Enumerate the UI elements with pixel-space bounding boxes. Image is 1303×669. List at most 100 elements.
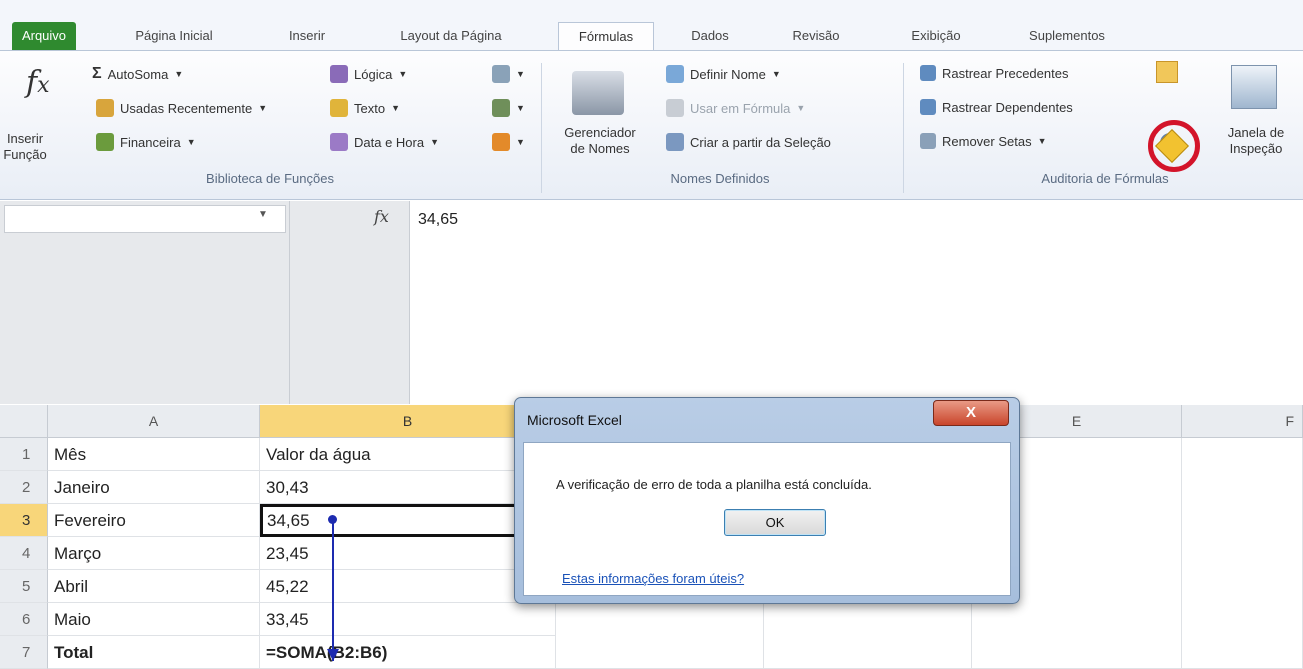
tab-arquivo[interactable]: Arquivo — [12, 22, 76, 50]
remove-arrows-icon — [920, 133, 936, 149]
dropdown-icon: ▼ — [430, 137, 440, 147]
cell-a2[interactable]: Janeiro — [48, 471, 260, 504]
financial-functions-button[interactable]: Financeira ▼ — [96, 133, 196, 151]
dropdown-icon: ▼ — [516, 137, 525, 147]
fx-icon[interactable]: fx — [26, 65, 50, 100]
tab-inserir[interactable]: Inserir — [272, 22, 342, 50]
text-functions-button[interactable]: Texto ▼ — [330, 99, 400, 117]
watch-window-icon — [1231, 65, 1277, 109]
dialog-body: A verificação de erro de toda a planilha… — [523, 442, 1011, 596]
highlight-ring — [1148, 120, 1200, 172]
book-icon — [330, 133, 348, 151]
cell-a5[interactable]: Abril — [48, 570, 260, 603]
error-check-dialog: Microsoft Excel X A verificação de erro … — [514, 397, 1020, 604]
cell-b1[interactable]: Valor da água — [260, 438, 556, 471]
group-separator — [903, 63, 904, 193]
datetime-functions-button[interactable]: Data e Hora ▼ — [330, 133, 439, 151]
cell-b3-active[interactable]: 34,65 — [260, 504, 556, 537]
autosum-button[interactable]: Σ AutoSoma ▼ — [92, 65, 183, 83]
sigma-icon: Σ — [92, 65, 102, 82]
row-header[interactable]: 5 — [0, 570, 48, 603]
dropdown-icon: ▼ — [174, 69, 184, 79]
row-header[interactable]: 6 — [0, 603, 48, 636]
fx-icon[interactable]: fx — [374, 207, 389, 226]
close-icon[interactable]: X — [933, 400, 1009, 426]
dropdown-icon: ▼ — [1037, 136, 1047, 146]
formula-buttons: fx — [290, 201, 410, 404]
tab-formulas[interactable]: Fórmulas — [558, 22, 654, 50]
book-icon — [492, 133, 510, 151]
name-box[interactable] — [4, 205, 286, 233]
select-all-corner[interactable] — [0, 405, 48, 438]
insert-function-button[interactable]: Inserir Função — [2, 131, 48, 163]
tab-exibicao[interactable]: Exibição — [894, 22, 978, 50]
trace-dependents-button[interactable]: Rastrear Dependentes — [920, 99, 1073, 115]
dropdown-icon: ▼ — [391, 103, 400, 113]
row-header[interactable]: 1 — [0, 438, 48, 471]
group-label-audit: Auditoria de Fórmulas — [1041, 171, 1169, 186]
row-header[interactable]: 2 — [0, 471, 48, 504]
row-header[interactable]: 3 — [0, 504, 48, 537]
math-functions-button[interactable]: ▼ — [492, 99, 525, 117]
cell-b7[interactable]: =SOMA(B2:B6) — [260, 636, 556, 669]
logical-functions-button[interactable]: Lógica ▼ — [330, 65, 407, 83]
ribbon-tabs: Arquivo Página Inicial Inserir Layout da… — [0, 0, 1303, 52]
watch-window-button[interactable]: Janela de Inspeção — [1208, 125, 1303, 157]
trace-dependent-arrow — [332, 519, 334, 661]
column-header-b[interactable]: B — [260, 405, 556, 438]
formula-content[interactable]: 34,65 — [418, 211, 458, 229]
dropdown-icon: ▼ — [258, 103, 268, 113]
cell-b2[interactable]: 30,43 — [260, 471, 556, 504]
more-functions-button[interactable]: ▼ — [492, 133, 525, 151]
recent-functions-button[interactable]: Usadas Recentemente ▼ — [96, 99, 267, 117]
row-header[interactable]: 4 — [0, 537, 48, 570]
feedback-link[interactable]: Estas informações foram úteis? — [562, 571, 744, 586]
tag-icon — [666, 65, 684, 83]
chevron-down-icon[interactable]: ▼ — [258, 209, 268, 220]
cell-b5[interactable]: 45,22 — [260, 570, 556, 603]
name-box-area: ▼ — [0, 201, 290, 404]
group-label-library: Biblioteca de Funções — [206, 171, 334, 186]
remove-arrows-button[interactable]: Remover Setas ▼ — [920, 133, 1047, 149]
define-name-button[interactable]: Definir Nome ▼ — [666, 65, 781, 83]
tab-revisao[interactable]: Revisão — [776, 22, 856, 50]
column-header-a[interactable]: A — [48, 405, 260, 438]
lookup-functions-button[interactable]: ▼ — [492, 65, 525, 83]
ok-button[interactable]: OK — [724, 509, 826, 536]
trace-dependents-icon — [920, 99, 936, 115]
tab-pagina-inicial[interactable]: Página Inicial — [118, 22, 230, 50]
formula-bar: ▼ fx 34,65 — [0, 201, 1303, 404]
column-header-f[interactable]: F — [1182, 405, 1303, 438]
cell-a6[interactable]: Maio — [48, 603, 260, 636]
trace-precedents-icon — [920, 65, 936, 81]
grid-icon — [666, 133, 684, 151]
tab-suplementos[interactable]: Suplementos — [1004, 22, 1130, 50]
cell-b4[interactable]: 23,45 — [260, 537, 556, 570]
name-manager-button[interactable]: Gerenciador de Nomes — [548, 125, 652, 157]
use-in-formula-button[interactable]: Usar em Fórmula ▼ — [666, 99, 805, 117]
ribbon: fx Inserir Função Σ AutoSoma ▼ Usadas Rec… — [0, 50, 1303, 200]
tab-layout-da-pagina[interactable]: Layout da Página — [366, 22, 536, 50]
cell-a1[interactable]: Mês — [48, 438, 260, 471]
book-icon — [492, 99, 510, 117]
show-formulas-icon[interactable] — [1156, 61, 1178, 83]
dropdown-icon: ▼ — [796, 103, 806, 113]
name-manager-icon — [572, 71, 624, 115]
tab-dados[interactable]: Dados — [680, 22, 740, 50]
group-separator — [541, 63, 542, 193]
text-a-icon — [330, 99, 348, 117]
dialog-title: Microsoft Excel — [527, 412, 622, 428]
dialog-message: A verificação de erro de toda a planilha… — [556, 477, 872, 492]
cell-a3[interactable]: Fevereiro — [48, 504, 260, 537]
trace-precedents-button[interactable]: Rastrear Precedentes — [920, 65, 1068, 81]
row-header[interactable]: 7 — [0, 636, 48, 669]
cell-a7[interactable]: Total — [48, 636, 260, 669]
cell-a4[interactable]: Março — [48, 537, 260, 570]
trace-arrow-head — [327, 649, 339, 661]
book-icon — [492, 65, 510, 83]
book-icon — [96, 133, 114, 151]
create-from-selection-button[interactable]: Criar a partir da Seleção — [666, 133, 831, 151]
empty-column-f[interactable] — [1182, 438, 1303, 669]
formula-icon — [666, 99, 684, 117]
cell-b6[interactable]: 33,45 — [260, 603, 556, 636]
